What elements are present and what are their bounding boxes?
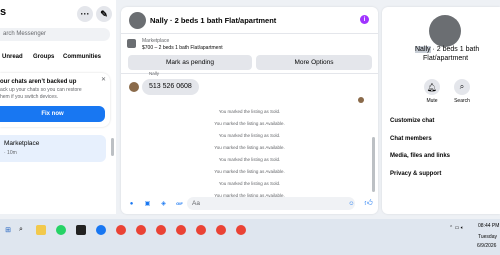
bell-icon[interactable]: 🔔︎ bbox=[424, 79, 440, 95]
more-options-button[interactable]: More Options bbox=[256, 55, 372, 70]
info-icon[interactable]: i bbox=[360, 15, 369, 24]
chrome-icon[interactable] bbox=[216, 225, 226, 235]
tab-unread[interactable]: Unread bbox=[2, 54, 23, 60]
divider bbox=[121, 73, 378, 74]
conversation-info-panel: Nally · 2 beds 1 bath Flat/apartment 🔔︎ … bbox=[382, 7, 500, 214]
sticker-icon[interactable]: ◈ bbox=[159, 199, 168, 208]
clock-time[interactable]: 08:44 PM bbox=[478, 223, 499, 229]
chrome-icon[interactable] bbox=[176, 225, 186, 235]
message-input[interactable]: Aa bbox=[187, 197, 355, 210]
backup-text-2: hem if you switch devices. bbox=[0, 94, 59, 100]
privacy-support-item[interactable]: Privacy & support bbox=[390, 171, 441, 177]
search-label: Search bbox=[454, 98, 470, 104]
divider bbox=[121, 33, 378, 34]
app-icon[interactable] bbox=[76, 225, 86, 235]
system-message: You marked the listing as Sold. bbox=[218, 133, 281, 138]
conversation-time: · 10m bbox=[4, 150, 17, 156]
close-icon[interactable]: ✕ bbox=[101, 76, 106, 83]
media-files-links-item[interactable]: Media, files and links bbox=[390, 153, 450, 159]
message-bubble[interactable]: 513 526 0608 bbox=[142, 79, 199, 95]
chrome-icon[interactable] bbox=[136, 225, 146, 235]
marketplace-label: Marketplace bbox=[142, 38, 170, 44]
clock-day: Tuesday bbox=[478, 234, 497, 240]
chrome-icon[interactable] bbox=[196, 225, 206, 235]
chat-title[interactable]: Nally · 2 beds 1 bath Flat/apartment bbox=[150, 16, 276, 25]
search-icon[interactable]: ⌕ bbox=[16, 225, 26, 235]
browser-icon[interactable] bbox=[96, 225, 106, 235]
composer: ● ▣ ◈ GIF Aa ☺ 👍︎ bbox=[121, 192, 378, 214]
windows-start-icon[interactable]: ⊞ bbox=[3, 225, 13, 235]
listing-title[interactable]: $700 – 2 beds 1 bath Flat/apartment bbox=[142, 45, 223, 51]
system-message: You marked the listing as Sold. bbox=[218, 181, 281, 186]
emoji-icon[interactable]: ☺ bbox=[347, 199, 356, 208]
customize-chat-item[interactable]: Customize chat bbox=[390, 118, 434, 124]
tray-icons[interactable]: ⌃ ▭ 🔈︎ bbox=[449, 225, 464, 231]
sender-name: Nally bbox=[149, 71, 160, 76]
system-message: You marked the listing as Sold. bbox=[218, 109, 281, 114]
system-message: You marked the listing as Sold. bbox=[218, 157, 281, 162]
avatar[interactable] bbox=[129, 12, 146, 29]
avatar bbox=[129, 82, 139, 92]
whatsapp-icon[interactable] bbox=[56, 225, 66, 235]
profile-name: Nally bbox=[415, 46, 431, 53]
backup-text-1: ack up your chats so you can restore bbox=[0, 87, 82, 93]
conversation-name: Marketplace bbox=[4, 140, 40, 147]
system-message: You marked the listing as Available. bbox=[214, 145, 285, 150]
image-icon[interactable]: ▣ bbox=[143, 199, 152, 208]
panel-title: s bbox=[0, 6, 7, 18]
conversation-panel: Nally · 2 beds 1 bath Flat/apartment i M… bbox=[121, 7, 378, 214]
fix-now-button[interactable]: Fix now bbox=[0, 106, 105, 122]
backup-title: our chats aren’t backed up bbox=[0, 79, 77, 85]
scrollbar[interactable] bbox=[372, 137, 375, 192]
new-message-icon[interactable]: ✎ bbox=[96, 6, 112, 22]
like-icon[interactable]: 👍︎ bbox=[364, 198, 373, 207]
tab-communities[interactable]: Communities bbox=[63, 54, 101, 60]
gif-icon[interactable]: GIF bbox=[175, 199, 184, 208]
conversation-item-marketplace[interactable]: Marketplace · 10m bbox=[0, 135, 106, 162]
chat-members-item[interactable]: Chat members bbox=[390, 136, 432, 142]
search-icon[interactable]: ⌕ bbox=[454, 79, 470, 95]
clock-date: 6/9/2026 bbox=[477, 243, 497, 249]
profile-subtitle: Flat/apartment bbox=[423, 55, 469, 62]
tab-groups[interactable]: Groups bbox=[33, 54, 54, 60]
chrome-icon[interactable] bbox=[236, 225, 246, 235]
listing-thumbnail bbox=[127, 39, 136, 48]
profile-avatar[interactable] bbox=[429, 15, 461, 47]
mute-label: Mute bbox=[426, 98, 438, 104]
scrollbar[interactable] bbox=[111, 138, 114, 156]
mark-as-pending-button[interactable]: Mark as pending bbox=[128, 55, 252, 70]
read-receipt-avatar bbox=[358, 97, 364, 103]
profile-title: Nally · 2 beds 1 bath bbox=[415, 46, 479, 53]
taskbar: ⊞ ⌕ ⌃ ▭ 🔈︎ 08:44 PM Tuesday 6/9/2026 bbox=[0, 219, 500, 255]
chrome-icon[interactable] bbox=[116, 225, 126, 235]
system-message: You marked the listing as Available. bbox=[214, 121, 285, 126]
more-options-icon[interactable]: ··· bbox=[77, 6, 93, 22]
search-input[interactable]: arch Messenger bbox=[0, 28, 110, 41]
microphone-icon[interactable]: ● bbox=[127, 199, 136, 208]
profile-title-rest: · 2 beds 1 bath bbox=[430, 46, 480, 53]
file-explorer-icon[interactable] bbox=[36, 225, 46, 235]
system-message: You marked the listing as Available. bbox=[214, 169, 285, 174]
chrome-icon[interactable] bbox=[156, 225, 166, 235]
chat-list-panel: s ··· ✎ arch Messenger Unread Groups Com… bbox=[0, 0, 116, 214]
